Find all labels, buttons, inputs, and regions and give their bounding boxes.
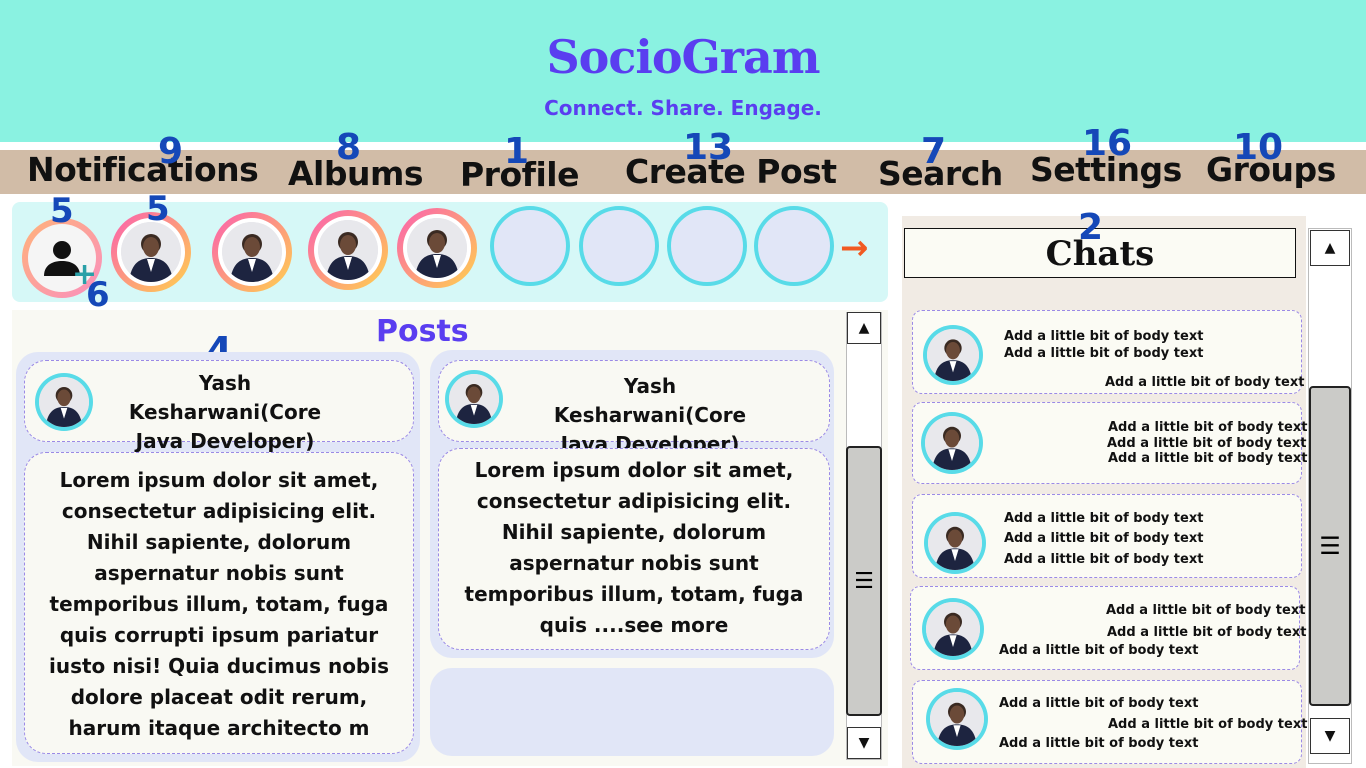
story-avatar[interactable] [397, 208, 477, 288]
chat-text: Add a little bit of body text [1004, 329, 1204, 344]
story-placeholder[interactable] [579, 206, 659, 286]
chat-text: Add a little bit of body text [1105, 375, 1305, 390]
app-title: SocioGram [546, 30, 820, 84]
nav-albums-badge: 8 [336, 127, 362, 168]
chats-scrollbar-thumb[interactable]: ☰ [1309, 386, 1351, 706]
story-avatar[interactable] [212, 212, 292, 292]
story-placeholder[interactable] [667, 206, 747, 286]
profile-photo [121, 222, 181, 282]
story-avatar[interactable] [308, 210, 388, 290]
nav-create-post-badge: 13 [683, 127, 734, 168]
nav-notifications-badge: 9 [158, 131, 184, 172]
nav-search-badge: 7 [921, 131, 947, 172]
chats-scroll-down-button[interactable]: ▼ [1310, 718, 1350, 754]
chat-text: Add a little bit of body text [1107, 625, 1307, 640]
profile-photo [318, 220, 378, 280]
posts-scroll-up-button[interactable]: ▲ [847, 312, 881, 344]
profile-photo [407, 218, 467, 278]
add-story-plus-badge: 6 [86, 275, 110, 315]
chat-text: Add a little bit of body text [1004, 346, 1204, 361]
chats-scroll-up-button[interactable]: ▲ [1310, 230, 1350, 266]
chat-text: Add a little bit of body text [999, 696, 1199, 711]
posts-title: Posts [376, 314, 469, 349]
chat-text: Add a little bit of body text [1108, 451, 1308, 466]
app-tagline: Connect. Share. Engage. [544, 96, 822, 120]
chat-text: Add a little bit of body text [1107, 436, 1307, 451]
chat-text: Add a little bit of body text [999, 736, 1199, 751]
nav-notifications[interactable]: Notifications [27, 150, 259, 189]
chats-badge: 2 [1078, 207, 1104, 248]
chat-text: Add a little bit of body text [1004, 511, 1204, 526]
story-badge: 5 [146, 189, 170, 229]
story-placeholder[interactable] [490, 206, 570, 286]
chat-avatar [922, 598, 984, 660]
chat-avatar [923, 325, 983, 385]
profile-photo [222, 222, 282, 282]
chat-avatar [924, 512, 986, 574]
post-author-name[interactable]: Yash Kesharwani(Core Java Developer) [525, 372, 775, 459]
chat-text: Add a little bit of body text [1106, 603, 1306, 618]
post-author-line1: Yash Kesharwani(Core [128, 371, 322, 424]
chat-text: Add a little bit of body text [1108, 717, 1308, 732]
post-author-avatar[interactable] [35, 373, 93, 431]
add-story-badge: 5 [50, 191, 74, 231]
profile-photo [928, 516, 982, 570]
post-body: Lorem ipsum dolor sit amet, consectetur … [438, 448, 830, 650]
chat-text: Add a little bit of body text [999, 643, 1199, 658]
posts-scroll-down-button[interactable]: ▼ [847, 727, 881, 759]
post-author-line1: Yash Kesharwani(Core [553, 374, 747, 427]
post-author-name[interactable]: Yash Kesharwani(Core Java Developer) [100, 369, 350, 456]
posts-scrollbar-thumb[interactable]: ☰ [846, 446, 882, 716]
chat-avatar [926, 688, 988, 750]
chat-text: Add a little bit of body text [1108, 420, 1308, 435]
grip-icon: ☰ [1319, 532, 1341, 560]
profile-photo [925, 416, 979, 470]
chat-text: Add a little bit of body text [1004, 531, 1204, 546]
profile-photo [926, 602, 980, 656]
profile-photo [927, 329, 979, 381]
profile-photo [39, 377, 89, 427]
stories-next-arrow-icon[interactable]: → [840, 228, 869, 268]
nav-groups-badge: 10 [1233, 127, 1284, 168]
post-author-avatar[interactable] [445, 370, 503, 428]
post-body: Lorem ipsum dolor sit amet, consectetur … [24, 452, 414, 754]
profile-photo [449, 374, 499, 424]
nav-profile-badge: 1 [504, 131, 530, 172]
grip-icon: ☰ [854, 568, 874, 594]
nav-settings-badge: 16 [1082, 123, 1133, 164]
chat-text: Add a little bit of body text [1004, 552, 1204, 567]
chat-avatar [921, 412, 983, 474]
profile-photo [930, 692, 984, 746]
story-placeholder[interactable] [754, 206, 834, 286]
post-card-placeholder [430, 668, 834, 756]
